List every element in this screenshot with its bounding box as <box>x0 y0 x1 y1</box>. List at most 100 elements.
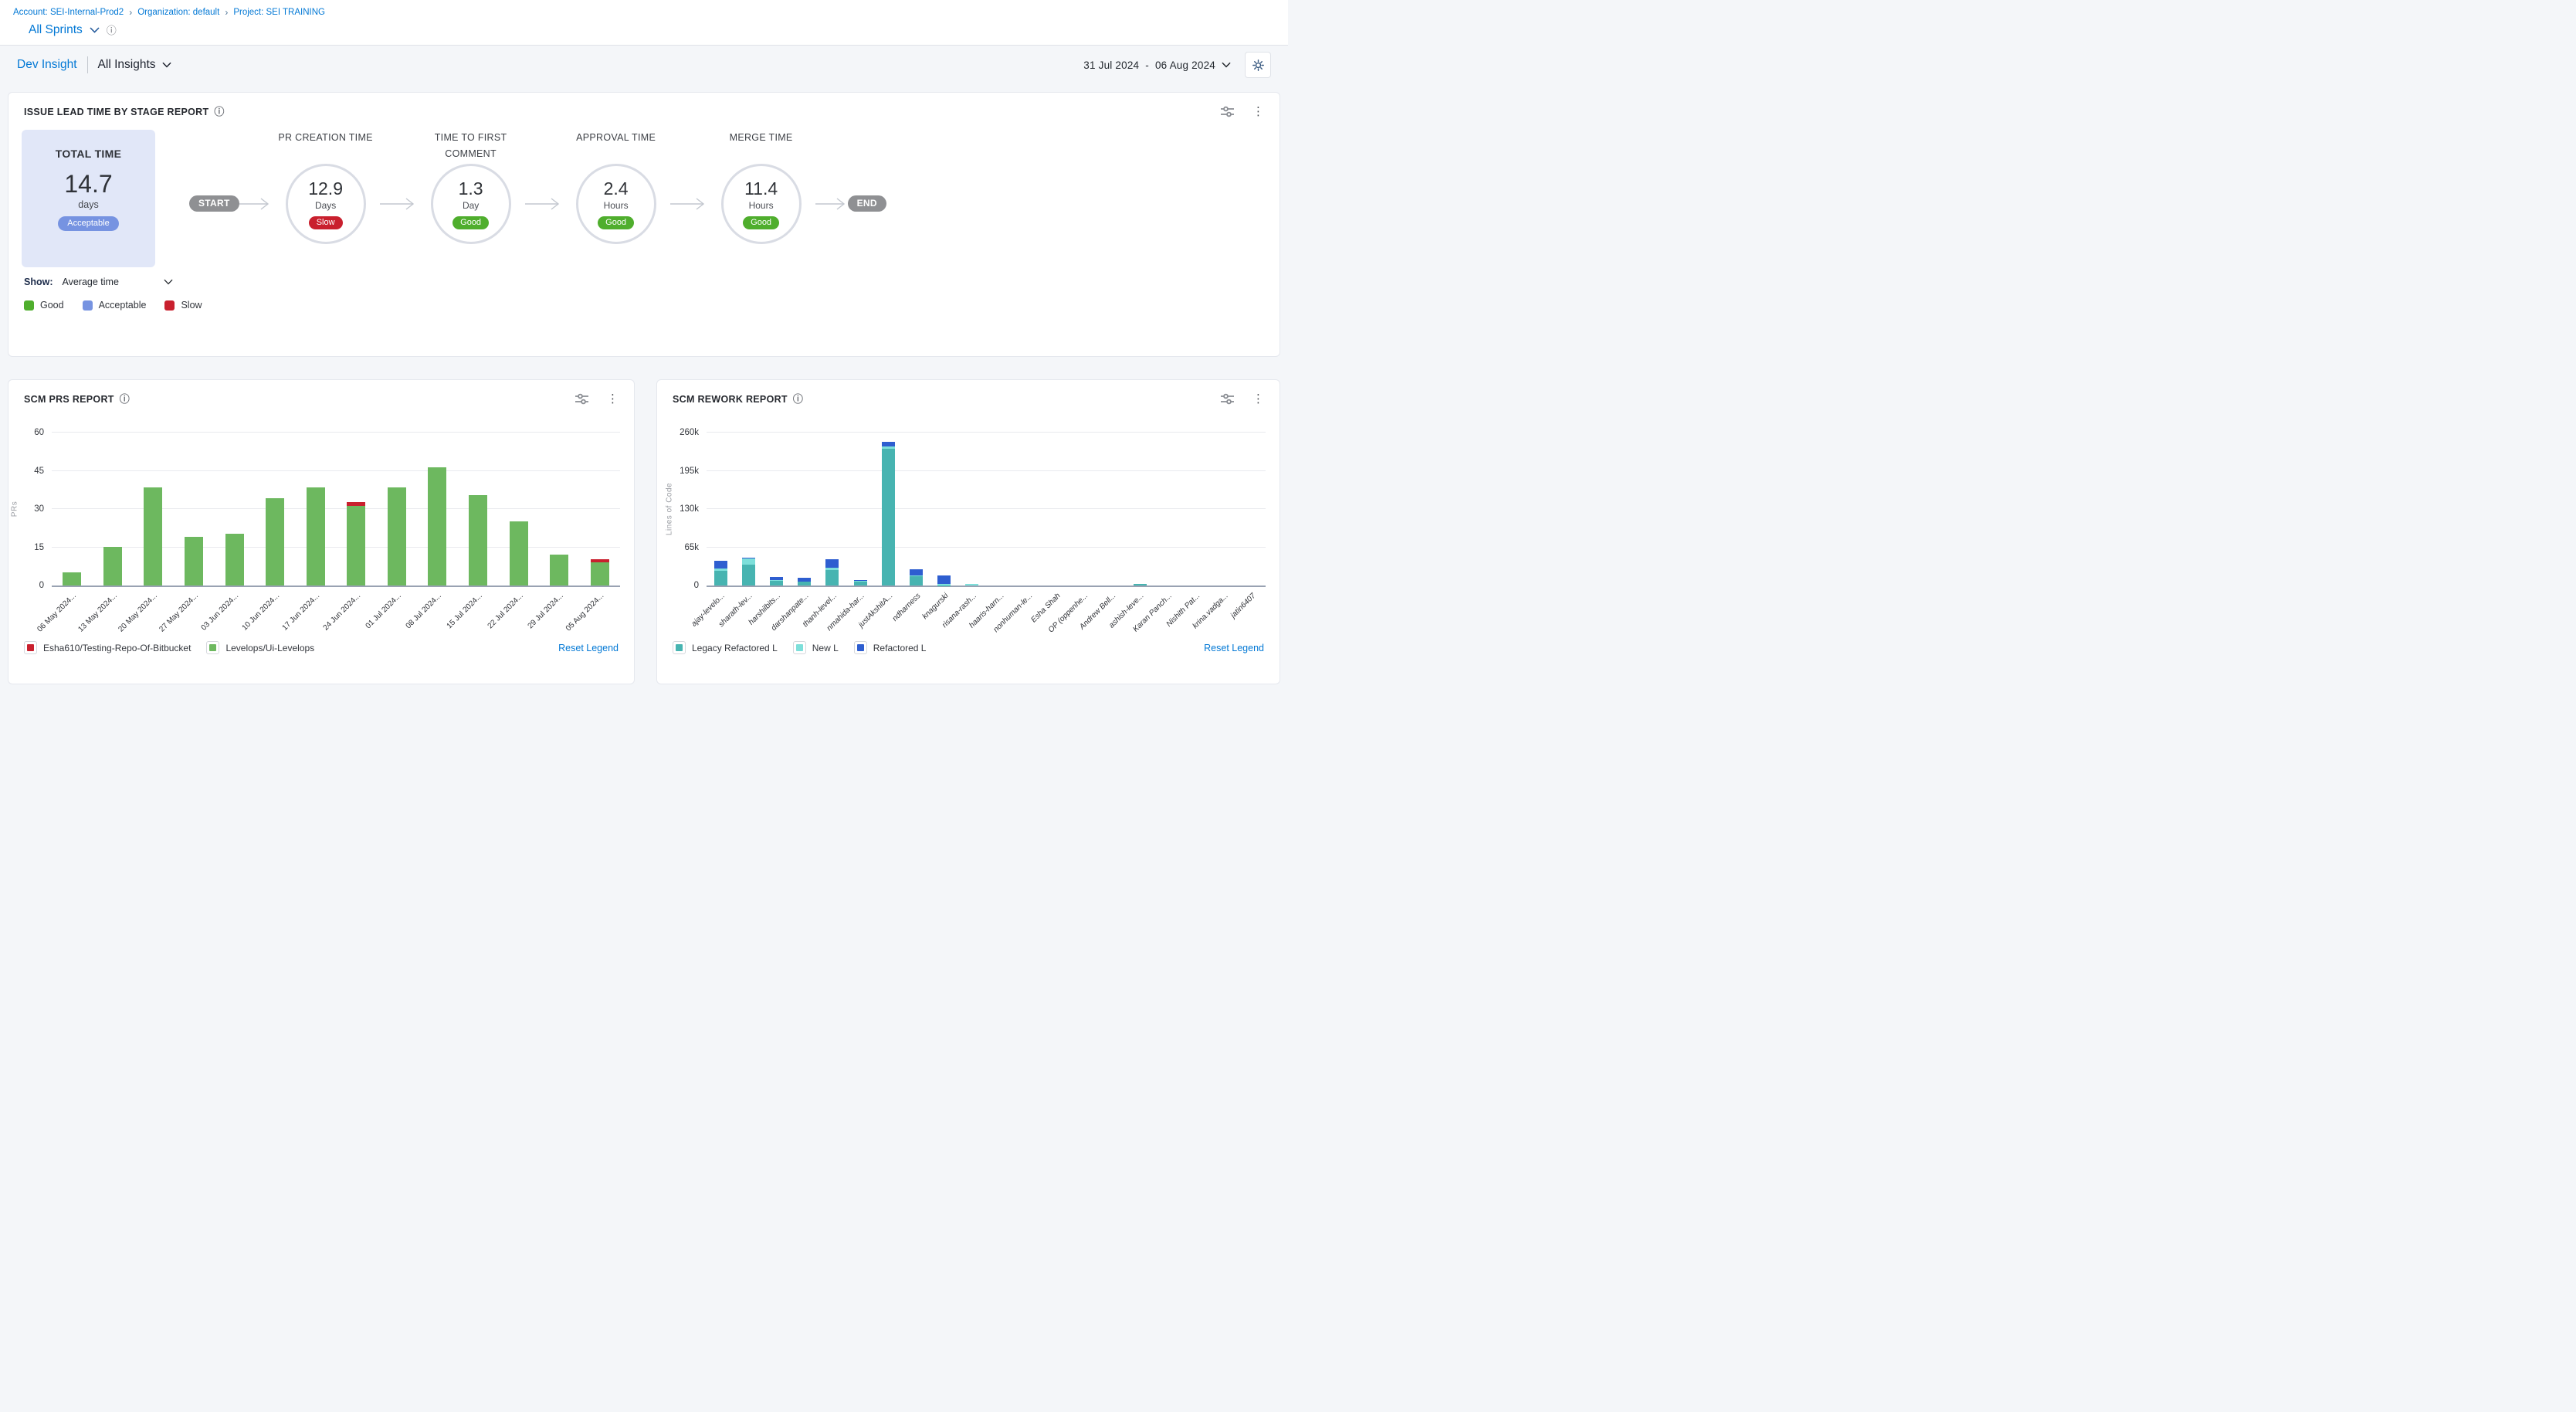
bar-segment[interactable] <box>714 571 727 586</box>
date-range-picker[interactable]: 31 Jul 2024 - 06 Aug 2024 <box>1083 59 1231 71</box>
reset-legend-link[interactable]: Reset Legend <box>1204 643 1264 653</box>
sliders-icon <box>575 393 588 405</box>
bar[interactable] <box>225 534 244 586</box>
bar[interactable] <box>591 559 609 586</box>
bar[interactable] <box>854 580 867 586</box>
bar-segment[interactable] <box>910 576 923 586</box>
bar[interactable] <box>388 487 406 586</box>
stage-time-to-first-comment[interactable]: TIME TO FIRST COMMENT 1.3 Day Good <box>417 130 525 244</box>
arrow-icon <box>380 198 417 210</box>
legend-checkbox[interactable] <box>24 641 37 654</box>
bar-segment[interactable] <box>225 534 244 586</box>
bar[interactable] <box>965 584 978 586</box>
settings-button[interactable] <box>1245 52 1271 78</box>
bar-segment[interactable] <box>742 558 755 565</box>
bar-segment[interactable] <box>347 506 365 586</box>
filters-button[interactable] <box>1221 393 1234 405</box>
stage-label: PR CREATION TIME <box>277 130 375 164</box>
info-icon[interactable]: ⓘ <box>214 107 224 117</box>
legend-checkbox[interactable] <box>793 641 806 654</box>
legend-checkbox[interactable] <box>206 641 219 654</box>
bar[interactable] <box>910 569 923 586</box>
bar-segment[interactable] <box>103 547 122 586</box>
show-dropdown[interactable]: Show: Average time <box>8 267 209 287</box>
info-icon[interactable]: ⓘ <box>120 394 130 404</box>
bar-segment[interactable] <box>550 555 568 586</box>
breadcrumb-project[interactable]: Project: SEI TRAINING <box>233 8 325 17</box>
bar-segment[interactable] <box>428 467 446 586</box>
sprint-selector[interactable]: All Sprints <box>29 23 83 37</box>
legend-item[interactable]: New L <box>793 641 839 654</box>
bar[interactable] <box>825 559 839 586</box>
bar[interactable] <box>742 558 755 586</box>
legend-item[interactable]: Esha610/Testing-Repo-Of-Bitbucket <box>24 641 191 654</box>
bar[interactable] <box>185 537 203 586</box>
stage-pr-creation-time[interactable]: PR CREATION TIME 12.9 Days Slow <box>272 130 380 244</box>
chevron-down-icon[interactable] <box>90 27 100 33</box>
scm-prs-legend: Esha610/Testing-Repo-Of-Bitbucket Levelop… <box>8 638 634 654</box>
bar[interactable] <box>882 442 895 586</box>
bar-segment[interactable] <box>937 575 951 584</box>
dev-insight-link[interactable]: Dev Insight <box>17 58 77 72</box>
kebab-menu-icon[interactable]: ⋮ <box>1252 393 1264 405</box>
bar-column <box>580 433 621 586</box>
bar[interactable] <box>714 561 727 586</box>
bar-segment[interactable] <box>266 498 284 586</box>
bar-segment[interactable] <box>714 561 727 569</box>
bar[interactable] <box>1134 584 1147 586</box>
bar-segment[interactable] <box>307 487 325 586</box>
bar-segment[interactable] <box>742 565 755 586</box>
bar-segment[interactable] <box>910 569 923 575</box>
stage-merge-time[interactable]: MERGE TIME 11.4 Hours Good <box>707 130 815 244</box>
bar[interactable] <box>144 487 162 586</box>
bar[interactable] <box>103 547 122 586</box>
bar[interactable] <box>469 495 487 586</box>
info-icon[interactable]: ⓘ <box>107 25 117 36</box>
bar[interactable] <box>266 498 284 586</box>
bar[interactable] <box>550 555 568 586</box>
bar-segment[interactable] <box>854 582 867 586</box>
bar-segment[interactable] <box>825 559 839 568</box>
bar[interactable] <box>770 577 783 586</box>
bar-segment[interactable] <box>185 537 203 586</box>
bar-segment[interactable] <box>798 582 811 586</box>
stage-approval-time[interactable]: APPROVAL TIME 2.4 Hours Good <box>562 130 670 244</box>
legend-item[interactable]: Legacy Refactored L <box>673 641 778 654</box>
bar-segment[interactable] <box>770 581 783 586</box>
breadcrumb-organization[interactable]: Organization: default <box>137 8 219 17</box>
bar[interactable] <box>347 502 365 586</box>
bar-segment[interactable] <box>591 562 609 586</box>
stage-value: 11.4 <box>744 178 778 199</box>
breadcrumb-account[interactable]: Account: SEI-Internal-Prod2 <box>13 8 124 17</box>
bar-segment[interactable] <box>1134 584 1147 586</box>
bar-segment[interactable] <box>825 570 839 586</box>
kebab-menu-icon[interactable]: ⋮ <box>607 393 619 405</box>
bar[interactable] <box>307 487 325 586</box>
filters-button[interactable] <box>575 393 588 405</box>
bar[interactable] <box>510 521 528 586</box>
bar-segment[interactable] <box>882 449 895 586</box>
info-icon[interactable]: ⓘ <box>793 394 803 404</box>
legend-checkbox[interactable] <box>673 641 686 654</box>
breadcrumb: Account: SEI-Internal-Prod2 › Organizati… <box>0 7 1288 18</box>
bar[interactable] <box>428 467 446 586</box>
filters-button[interactable] <box>1221 106 1234 117</box>
legend-checkbox[interactable] <box>854 641 867 654</box>
bar-segment[interactable] <box>510 521 528 586</box>
legend-item[interactable]: Refactored L <box>854 641 927 654</box>
arrow-icon <box>525 198 562 210</box>
bar[interactable] <box>63 572 81 586</box>
scm-prs-chart: 015304560PRs06 May 2024...13 May 2024...… <box>52 433 620 638</box>
kebab-menu-icon[interactable]: ⋮ <box>1252 106 1264 117</box>
bar-segment[interactable] <box>965 584 978 586</box>
bar-segment[interactable] <box>63 572 81 586</box>
page-header: Account: SEI-Internal-Prod2 › Organizati… <box>0 0 1288 46</box>
legend-item[interactable]: Levelops/Ui-Levelops <box>206 641 314 654</box>
all-insights-dropdown[interactable]: All Insights <box>98 58 171 72</box>
reset-legend-link[interactable]: Reset Legend <box>558 643 619 653</box>
bar[interactable] <box>937 575 951 586</box>
bar-segment[interactable] <box>388 487 406 586</box>
bar-segment[interactable] <box>469 495 487 586</box>
bar[interactable] <box>798 578 811 586</box>
bar-segment[interactable] <box>144 487 162 586</box>
